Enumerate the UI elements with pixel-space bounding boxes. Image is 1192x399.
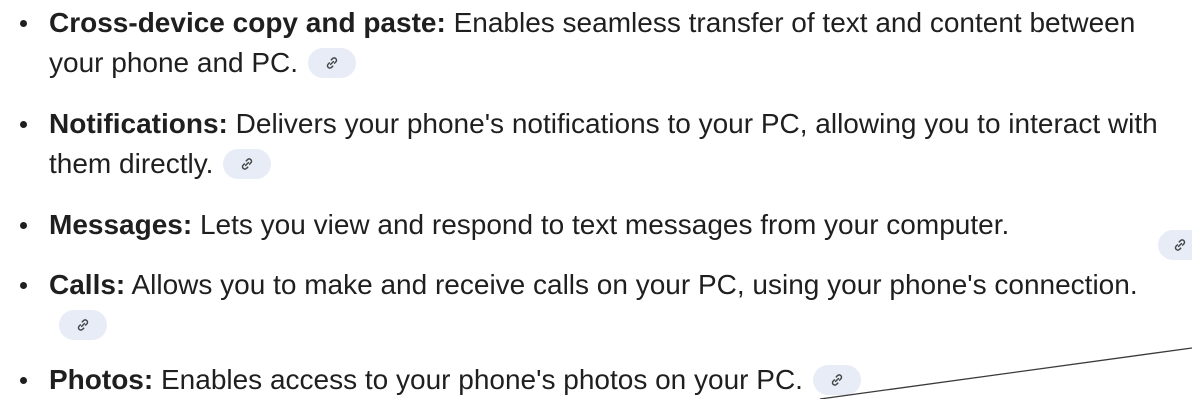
feature-term: Cross-device copy and paste: <box>49 7 446 38</box>
feature-description: Allows you to make and receive calls on … <box>125 269 1138 300</box>
source-link-button[interactable] <box>308 47 357 78</box>
link-icon <box>242 157 253 170</box>
list-item-text: Photos: Enables access to your phone's p… <box>49 360 1169 399</box>
feature-description: Enables access to your phone's photos on… <box>153 364 803 395</box>
source-link-button[interactable] <box>59 309 107 340</box>
list-item-text: Cross-device copy and paste: Enables sea… <box>49 3 1169 83</box>
link-icon <box>326 56 338 69</box>
link-icon <box>77 318 89 331</box>
source-link-button[interactable] <box>223 148 272 179</box>
feature-description: Lets you view and respond to text messag… <box>192 209 1010 240</box>
list-item-text: Notifications: Delivers your phone's not… <box>49 104 1169 184</box>
source-link-button[interactable] <box>1158 230 1192 260</box>
source-link-button[interactable] <box>812 364 861 395</box>
list-item-text: Messages: Lets you view and respond to t… <box>49 205 1169 245</box>
link-icon <box>831 373 843 386</box>
list-item-text: Calls: Allows you to make and receive ca… <box>49 265 1169 345</box>
bullet-point <box>20 377 27 384</box>
bullet-point <box>20 20 27 27</box>
bullet-point <box>20 282 27 289</box>
feature-term: Calls: <box>49 269 126 300</box>
bullet-point <box>20 222 27 229</box>
feature-term: Messages: <box>49 209 193 240</box>
feature-term: Notifications: <box>49 108 228 139</box>
feature-term: Photos: <box>49 364 154 395</box>
link-icon <box>1174 239 1186 251</box>
bullet-point <box>20 121 27 128</box>
